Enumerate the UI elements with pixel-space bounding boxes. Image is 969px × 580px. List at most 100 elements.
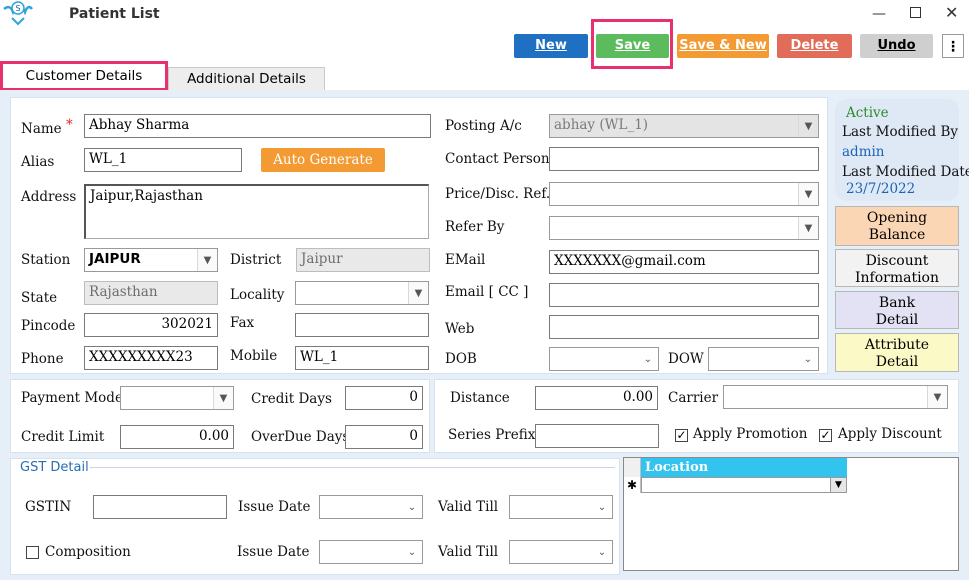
- email-cc-label: Email [ CC ]: [445, 284, 529, 300]
- refer-by-label: Refer By: [445, 219, 505, 235]
- last-modified-date-value: 23/7/2022: [846, 181, 916, 197]
- payment-mode-label: Payment Mode: [21, 390, 123, 406]
- last-modified-by-label: Last Modified By: [842, 124, 959, 140]
- apply-promotion-checkbox[interactable]: ✓: [675, 429, 688, 442]
- chevron-down-icon: ▼: [830, 478, 846, 492]
- more-options-icon[interactable]: ⋮: [942, 34, 964, 58]
- gst-fieldset-line: [90, 467, 615, 468]
- opening-balance-line2: Balance: [868, 227, 926, 243]
- composition-label: Composition: [45, 544, 131, 560]
- alias-input[interactable]: WL_1: [84, 148, 242, 172]
- location-cell-select[interactable]: ▼: [641, 477, 847, 493]
- carrier-select[interactable]: ▼: [723, 385, 948, 409]
- bank-detail-button[interactable]: Bank Detail: [835, 291, 959, 329]
- issue-date-label-2: Issue Date: [237, 544, 310, 560]
- tab-additional-details[interactable]: Additional Details: [168, 67, 325, 91]
- location-header-label: Location: [645, 460, 709, 475]
- email-cc-input[interactable]: [549, 283, 819, 307]
- chevron-down-icon: ▼: [197, 249, 217, 271]
- discount-information-line2: Information: [854, 270, 940, 286]
- email-input[interactable]: XXXXXXX@gmail.com: [549, 250, 819, 274]
- address-textarea[interactable]: Jaipur,Rajasthan: [84, 184, 429, 239]
- composition-checkbox[interactable]: [26, 546, 39, 559]
- state-label: State: [21, 290, 58, 306]
- gstin-label: GSTIN: [25, 499, 72, 515]
- district-input: Jaipur: [296, 248, 430, 272]
- fax-input[interactable]: [295, 313, 429, 337]
- name-label: Name: [21, 121, 62, 137]
- tab-additional-details-label: Additional Details: [187, 71, 306, 87]
- chevron-down-icon: ▼: [408, 282, 428, 304]
- posting-account-select: abhay (WL_1) ▼: [549, 114, 819, 138]
- apply-discount-checkbox[interactable]: ✓: [819, 429, 832, 442]
- apply-promotion-label: Apply Promotion: [693, 426, 808, 442]
- gstin-input[interactable]: [93, 495, 227, 519]
- undo-button[interactable]: Undo: [860, 34, 933, 58]
- window-title: Patient List: [69, 6, 160, 22]
- dob-picker[interactable]: ⌄: [549, 347, 659, 371]
- locality-label: Locality: [230, 287, 285, 303]
- contact-person-input[interactable]: [549, 147, 819, 171]
- active-status: Active: [846, 105, 889, 121]
- overdue-days-label: OverDue Days: [251, 429, 350, 445]
- discount-information-button[interactable]: Discount Information: [835, 249, 959, 287]
- maximize-icon[interactable]: [910, 7, 921, 18]
- close-icon[interactable]: ✕: [945, 3, 959, 22]
- location-column-header[interactable]: Location: [641, 458, 847, 477]
- price-disc-label: Price/Disc. Ref.: [445, 186, 551, 202]
- dow-label: DOW: [668, 351, 704, 367]
- web-label: Web: [445, 321, 475, 337]
- pincode-input[interactable]: 302021: [84, 313, 218, 337]
- gst-legend: GST Detail: [20, 460, 89, 475]
- alias-label: Alias: [21, 154, 55, 170]
- series-prefix-input[interactable]: [535, 424, 659, 448]
- auto-generate-button[interactable]: Auto Generate: [261, 148, 385, 172]
- refer-by-select[interactable]: ▼: [549, 216, 819, 240]
- new-button[interactable]: New: [514, 34, 588, 58]
- chevron-down-icon: ▼: [798, 183, 818, 205]
- issue-date-picker[interactable]: ⌄: [319, 495, 423, 519]
- chevron-down-icon: ⌄: [402, 496, 422, 518]
- chevron-down-icon: ⌄: [592, 541, 612, 563]
- distance-input[interactable]: 0.00: [535, 386, 658, 410]
- last-modified-by-value: admin: [842, 144, 885, 160]
- new-row-marker-icon: ✱: [624, 477, 641, 493]
- chevron-down-icon: ▼: [927, 386, 947, 408]
- payment-mode-select[interactable]: ▼: [120, 386, 234, 410]
- last-modified-date-label: Last Modified Date: [842, 164, 969, 180]
- web-input[interactable]: [549, 315, 819, 339]
- attribute-detail-button[interactable]: Attribute Detail: [835, 333, 959, 372]
- locality-select[interactable]: ▼: [295, 281, 429, 305]
- phone-input[interactable]: XXXXXXXXX23: [84, 346, 218, 370]
- attribute-detail-line1: Attribute: [864, 337, 930, 353]
- opening-balance-button[interactable]: Opening Balance: [835, 206, 959, 246]
- save-button[interactable]: Save: [596, 34, 669, 58]
- overdue-days-input[interactable]: 0: [345, 425, 423, 449]
- chevron-down-icon: ▼: [213, 387, 233, 409]
- bank-detail-line2: Detail: [875, 312, 919, 328]
- valid-till-label: Valid Till: [438, 499, 499, 515]
- chevron-down-icon: ▼: [798, 115, 818, 137]
- dow-picker[interactable]: ⌄: [708, 347, 819, 371]
- opening-balance-line1: Opening: [866, 210, 928, 226]
- name-input[interactable]: Abhay Sharma: [84, 114, 431, 138]
- posting-label: Posting A/c: [445, 118, 522, 134]
- valid-till-picker[interactable]: ⌄: [509, 495, 613, 519]
- apply-discount-label: Apply Discount: [838, 426, 942, 442]
- svg-text:S: S: [15, 4, 20, 13]
- delete-button[interactable]: Delete: [777, 34, 852, 58]
- credit-limit-input[interactable]: 0.00: [120, 425, 234, 449]
- address-label: Address: [21, 189, 77, 205]
- valid-till-picker-2[interactable]: ⌄: [509, 540, 613, 564]
- station-select[interactable]: JAIPUR ▼: [84, 248, 218, 272]
- station-value: JAIPUR: [89, 251, 141, 267]
- fax-label: Fax: [230, 315, 255, 331]
- issue-date-picker-2[interactable]: ⌄: [319, 540, 423, 564]
- save-and-new-button[interactable]: Save & New: [677, 34, 769, 58]
- mobile-input[interactable]: WL_1: [295, 346, 429, 370]
- minimize-icon[interactable]: —: [872, 6, 886, 22]
- tab-customer-details[interactable]: Customer Details: [0, 61, 168, 91]
- credit-days-input[interactable]: 0: [345, 386, 423, 410]
- price-disc-select[interactable]: ▼: [549, 182, 819, 206]
- district-label: District: [230, 252, 282, 268]
